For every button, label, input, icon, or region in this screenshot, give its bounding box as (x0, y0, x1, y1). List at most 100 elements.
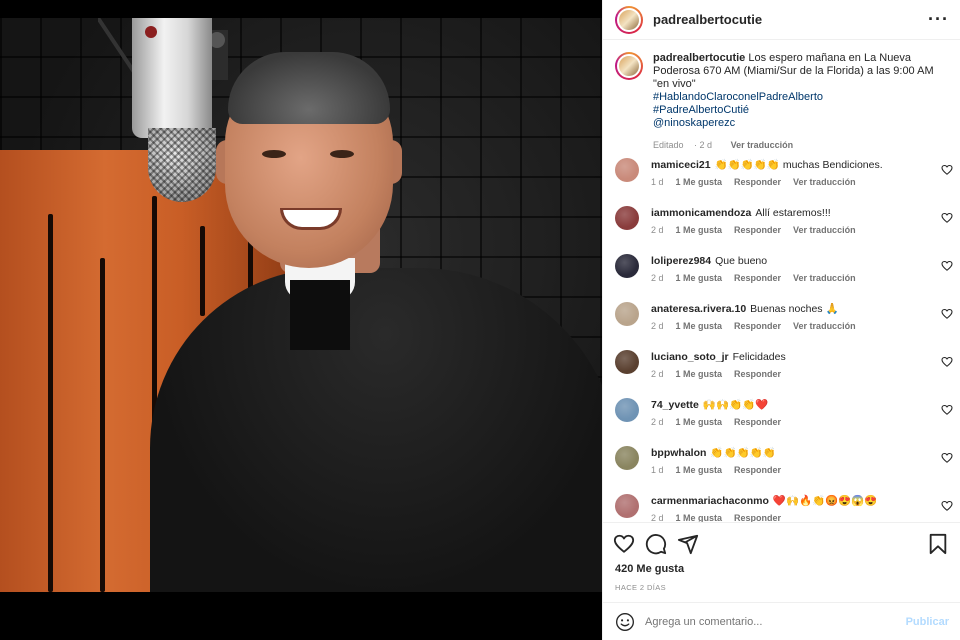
commenter-avatar[interactable] (615, 398, 639, 422)
comment-row: luciano_soto_jr Felicidades 2 d 1 Me gust… (603, 350, 960, 398)
comment-likes[interactable]: 1 Me gusta (676, 369, 723, 379)
commenter-avatar[interactable] (615, 206, 639, 230)
commenter-username[interactable]: 74_yvette (651, 399, 699, 411)
wood-slot (200, 226, 205, 316)
comment-like-heart-icon[interactable] (941, 356, 953, 368)
comment-like-heart-icon[interactable] (941, 212, 953, 224)
comment-likes[interactable]: 1 Me gusta (676, 417, 723, 427)
comment-row: carmenmariachaconmo ❤️🙌🔥👏😡😍😱😍 2 d 1 Me gu… (603, 494, 960, 522)
author-avatar[interactable] (615, 5, 643, 34)
reply-link[interactable]: Responder (734, 417, 781, 427)
comment-row: mamiceci21 👏👏👏👏👏 muchas Bendiciones. 1 d … (603, 158, 960, 206)
mic-grill (148, 128, 216, 202)
share-send-icon[interactable] (677, 533, 699, 555)
commenter-username[interactable]: mamiceci21 (651, 159, 711, 171)
save-bookmark-icon[interactable] (927, 533, 949, 555)
instagram-post-modal: padrealbertocutie ··· padrealbertocutie … (0, 0, 960, 640)
reply-link[interactable]: Responder (734, 369, 781, 379)
commenter-avatar[interactable] (615, 302, 639, 326)
see-translation-link[interactable]: Ver traducción (793, 225, 856, 235)
comment-row: anateresa.rivera.10 Buenas noches 🙏 2 d 1… (603, 302, 960, 350)
commenter-username[interactable]: bppwhalon (651, 447, 706, 459)
reply-link[interactable]: Responder (734, 465, 781, 475)
comment-likes[interactable]: 1 Me gusta (676, 465, 723, 475)
comment-time: 2 d (651, 273, 664, 283)
see-translation-link[interactable]: Ver traducción (793, 321, 856, 331)
comment-text: Buenas noches 🙏 (750, 303, 839, 315)
comment-time: 1 d (651, 465, 664, 475)
comment-like-heart-icon[interactable] (941, 164, 953, 176)
comment-row: loliperez984 Que bueno 2 d 1 Me gusta Res… (603, 254, 960, 302)
eye (262, 150, 286, 158)
comment-like-heart-icon[interactable] (941, 500, 953, 512)
comment-likes[interactable]: 1 Me gusta (676, 225, 723, 235)
commenter-avatar[interactable] (615, 254, 639, 278)
comment-text: ❤️🙌🔥👏😡😍😱😍 (772, 495, 878, 507)
comment-text: 👏👏👏👏👏 (710, 447, 776, 459)
see-translation-link[interactable]: Ver traducción (793, 273, 856, 283)
see-translation-link[interactable]: Ver traducción (731, 140, 794, 150)
wood-slot (48, 214, 53, 592)
mention-link[interactable]: @ninoskaperezc (653, 117, 943, 130)
comment-time: 2 d (651, 369, 664, 379)
post-photo[interactable] (0, 0, 602, 640)
author-avatar[interactable] (615, 52, 643, 80)
commenter-username[interactable]: loliperez984 (651, 255, 711, 267)
comment-like-heart-icon[interactable] (941, 260, 953, 272)
post-header: padrealbertocutie ··· (603, 0, 960, 40)
microphone (132, 18, 212, 138)
reply-link[interactable]: Responder (734, 321, 781, 331)
comment-text: 🙌🙌👏👏❤️ (702, 399, 769, 411)
photo-letterbox (0, 592, 602, 640)
comment-likes[interactable]: 1 Me gusta (676, 273, 723, 283)
reply-link[interactable]: Responder (734, 273, 781, 283)
comment-likes[interactable]: 1 Me gusta (676, 321, 723, 331)
comment-icon[interactable] (645, 533, 667, 555)
see-translation-link[interactable]: Ver traducción (793, 177, 856, 187)
comment-text: 👏👏👏👏👏 muchas Bendiciones. (714, 159, 883, 171)
commenter-username[interactable]: luciano_soto_jr (651, 351, 729, 363)
hashtag-link[interactable]: #PadreAlbertoCutié (653, 104, 943, 117)
caption-username[interactable]: padrealbertocutie (653, 52, 745, 64)
reply-link[interactable]: Responder (734, 225, 781, 235)
comment-likes[interactable]: 1 Me gusta (676, 177, 723, 187)
add-comment-bar: Publicar (603, 602, 960, 640)
post-comment-button[interactable]: Publicar (906, 616, 949, 628)
comment-like-heart-icon[interactable] (941, 452, 953, 464)
commenter-username[interactable]: iammonicamendoza (651, 207, 751, 219)
clerical-shirt (290, 280, 350, 350)
reply-link[interactable]: Responder (734, 513, 781, 522)
comment-row: iammonicamendoza Allí estaremos!!! 2 d 1 … (603, 206, 960, 254)
wood-slot (100, 258, 105, 592)
reply-link[interactable]: Responder (734, 177, 781, 187)
author-username[interactable]: padrealbertocutie (653, 12, 762, 27)
commenter-avatar[interactable] (615, 350, 639, 374)
likes-count[interactable]: 420 Me gusta (615, 563, 684, 575)
eye (330, 150, 354, 158)
commenter-username[interactable]: anateresa.rivera.10 (651, 303, 746, 315)
commenter-avatar[interactable] (615, 494, 639, 518)
commenter-avatar[interactable] (615, 158, 639, 182)
comments-list: mamiceci21 👏👏👏👏👏 muchas Bendiciones. 1 d … (603, 158, 960, 522)
comment-input[interactable] (645, 615, 906, 628)
emoji-icon[interactable] (615, 612, 635, 632)
comments-scroll[interactable]: padrealbertocutie Los espero mañana en L… (603, 40, 960, 522)
comment-text: Felicidades (732, 351, 786, 363)
comment-time: 2 d (651, 513, 664, 522)
commenter-username[interactable]: carmenmariachaconmo (651, 495, 769, 507)
comment-time: 2 d (651, 321, 664, 331)
comment-like-heart-icon[interactable] (941, 404, 953, 416)
caption: padrealbertocutie Los espero mañana en L… (603, 40, 960, 158)
mic-logo (145, 26, 157, 38)
comment-time: 2 d (651, 417, 664, 427)
comment-text: Allí estaremos!!! (755, 207, 831, 219)
comment-time: 1 d (651, 177, 664, 187)
comment-row: bppwhalon 👏👏👏👏👏 1 d 1 Me gusta Responder (603, 446, 960, 494)
comment-likes[interactable]: 1 Me gusta (676, 513, 723, 522)
comment-row: 74_yvette 🙌🙌👏👏❤️ 2 d 1 Me gusta Responder (603, 398, 960, 446)
more-horizontal-icon[interactable]: ··· (928, 9, 949, 29)
like-heart-icon[interactable] (613, 533, 635, 555)
comment-like-heart-icon[interactable] (941, 308, 953, 320)
hashtag-link[interactable]: #HablandoClaroconelPadreAlberto (653, 91, 943, 104)
commenter-avatar[interactable] (615, 446, 639, 470)
